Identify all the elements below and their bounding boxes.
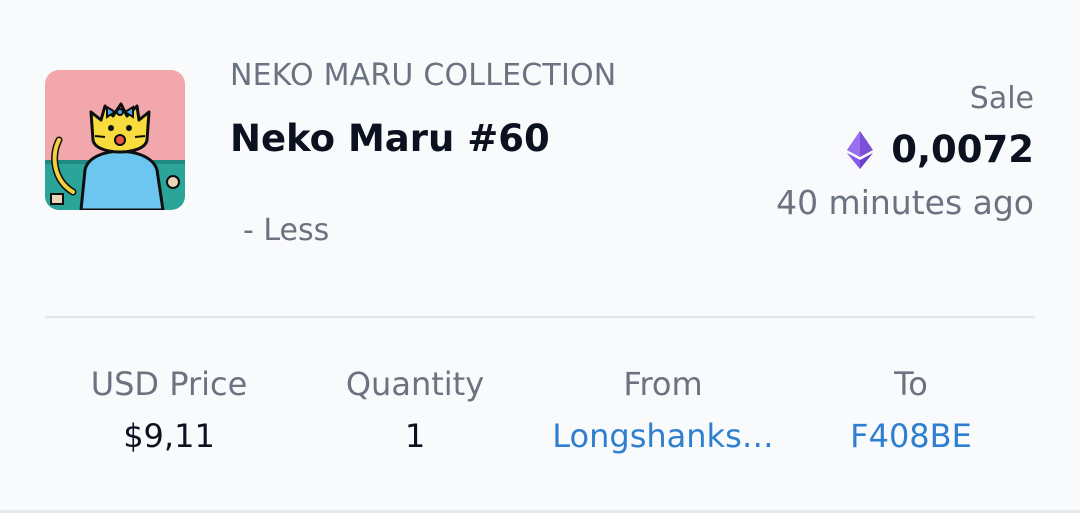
usd-price-stat: USD Price $9,11 [39, 365, 299, 455]
less-toggle-button[interactable]: - Less [243, 213, 329, 248]
sale-price-row: 0,0072 [847, 128, 1034, 171]
sale-time-ago: 40 minutes ago [776, 183, 1034, 222]
quantity-stat: Quantity 1 [285, 365, 545, 455]
to-stat: To F408BE [781, 365, 1041, 455]
sale-activity-card: NEKO MARU COLLECTION Neko Maru #60 - Les… [0, 0, 1080, 513]
cat-nft-image [45, 70, 185, 210]
nft-title[interactable]: Neko Maru #60 [230, 117, 550, 160]
nft-thumbnail[interactable] [45, 70, 185, 210]
sale-details: USD Price $9,11 Quantity 1 From Longshan… [45, 365, 1035, 465]
usd-price-label: USD Price [90, 365, 248, 403]
usd-price-value: $9,11 [123, 417, 215, 455]
from-address-link[interactable]: Longshanks… [533, 417, 793, 455]
event-type-label: Sale [969, 81, 1034, 116]
sale-price: 0,0072 [891, 128, 1034, 171]
to-address-link[interactable]: F408BE [781, 417, 1041, 455]
from-stat: From Longshanks… [533, 365, 793, 455]
collection-name[interactable]: NEKO MARU COLLECTION [230, 58, 616, 93]
to-label: To [894, 365, 928, 403]
from-label: From [623, 365, 703, 403]
ethereum-icon [847, 130, 874, 169]
quantity-label: Quantity [345, 365, 485, 403]
quantity-value: 1 [404, 417, 426, 455]
divider [45, 316, 1035, 318]
